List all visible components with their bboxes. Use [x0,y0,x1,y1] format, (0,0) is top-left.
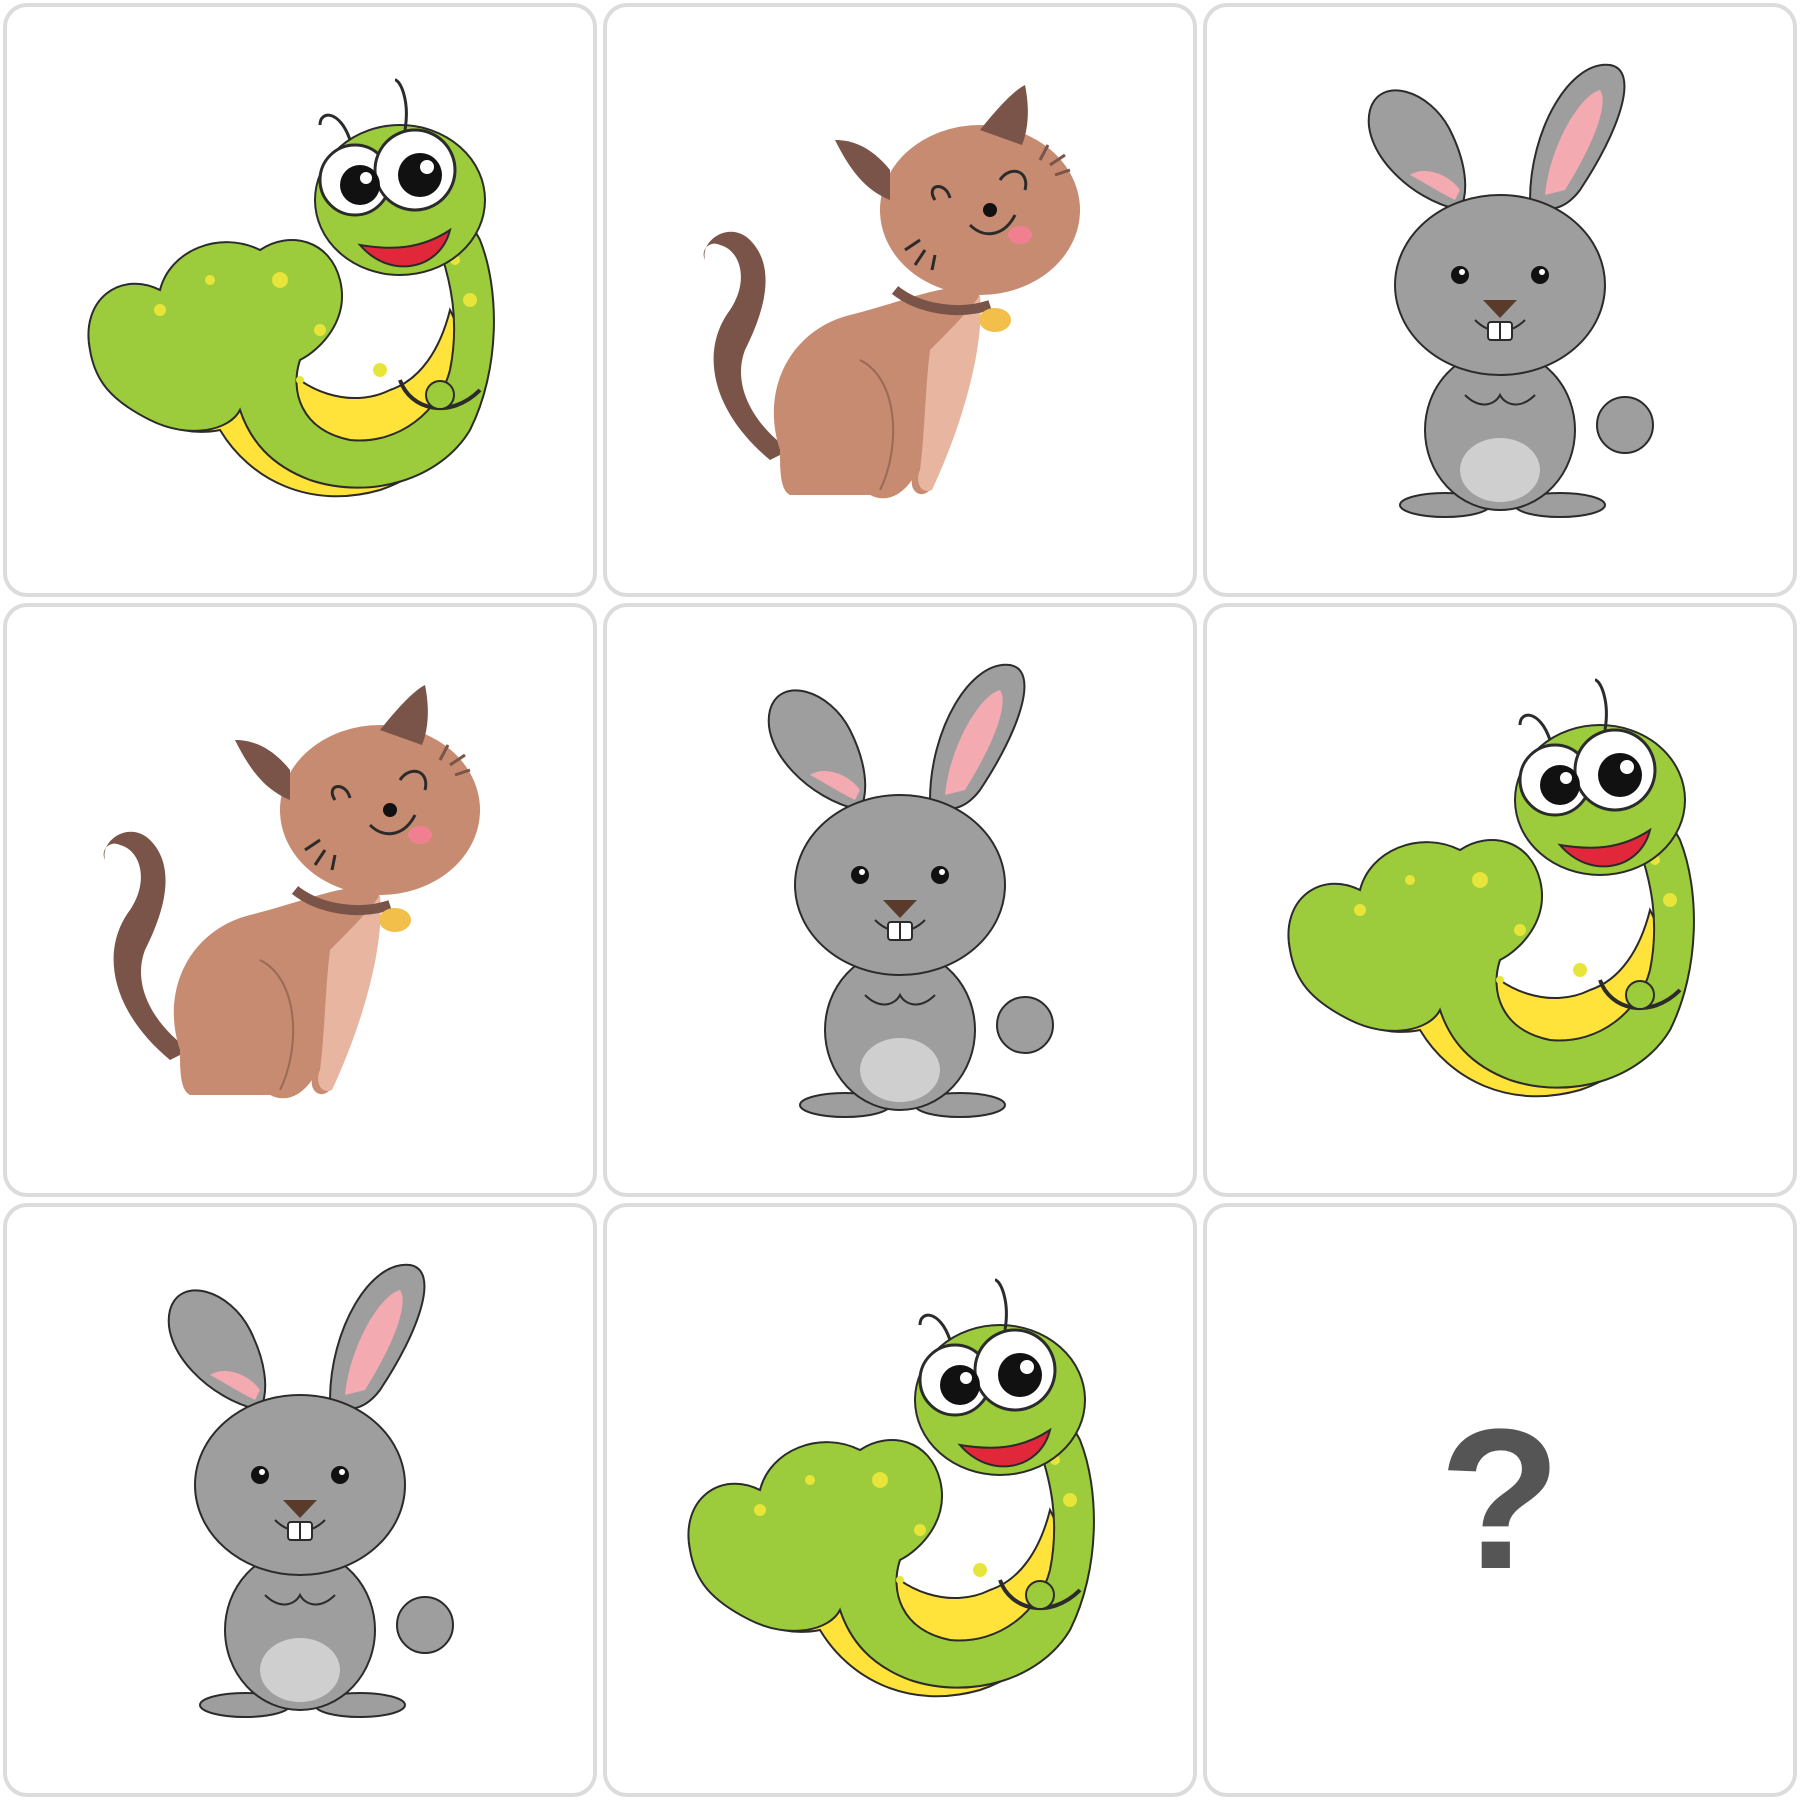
caterpillar-icon [1250,650,1750,1150]
cell-9-missing[interactable]: ? [1203,1203,1797,1797]
cell-8[interactable] [603,1203,1197,1797]
cat-icon [650,50,1150,550]
cat-icon [50,650,550,1150]
rabbit-icon [1250,50,1750,550]
cell-2[interactable] [603,3,1197,597]
rabbit-icon [650,650,1150,1150]
cell-5[interactable] [603,603,1197,1197]
puzzle-grid: ? [0,0,1800,1800]
cell-3[interactable] [1203,3,1797,597]
cell-4[interactable] [3,603,597,1197]
cell-7[interactable] [3,1203,597,1797]
caterpillar-icon [650,1250,1150,1750]
cell-1[interactable] [3,3,597,597]
caterpillar-icon [50,50,550,550]
question-mark: ? [1438,1388,1562,1611]
cell-6[interactable] [1203,603,1797,1197]
rabbit-icon [50,1250,550,1750]
